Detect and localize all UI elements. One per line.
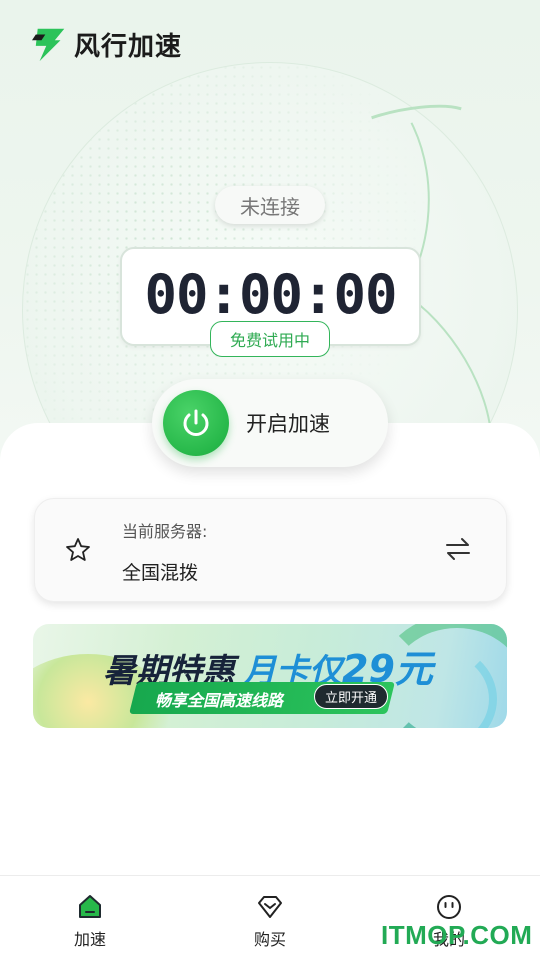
- accelerate-label: 开启加速: [246, 412, 330, 436]
- app-name: 风行加速: [74, 31, 183, 62]
- swap-arrows-icon[interactable]: [444, 535, 472, 563]
- power-icon: [163, 390, 229, 456]
- home-icon: [79, 895, 101, 918]
- promo-subtitle: 畅享全国高速线路: [155, 691, 284, 710]
- server-selector[interactable]: 当前服务器: 全国混拨: [34, 498, 507, 602]
- server-value: 全国混拨: [122, 562, 199, 584]
- lightning-logo-icon: [32, 28, 65, 62]
- promo-banner[interactable]: 暑期特惠 月卡仅29元 畅享全国高速线路 立即开通: [33, 624, 507, 728]
- profile-face-icon: [437, 895, 461, 919]
- tab-buy[interactable]: 购买: [230, 892, 310, 950]
- trial-badge: 免费试用中: [210, 321, 330, 357]
- star-icon: [66, 538, 90, 561]
- diamond-icon: [258, 896, 282, 918]
- app-brand: 风行加速: [32, 25, 182, 63]
- tab-accelerate[interactable]: 加速: [50, 892, 130, 950]
- connection-status: 未连接: [215, 186, 325, 224]
- server-title: 当前服务器:: [122, 522, 208, 541]
- timer-value: 00:00:00: [144, 263, 397, 326]
- site-watermark: ITMOP.COM: [381, 920, 533, 950]
- start-accelerate-button[interactable]: 开启加速: [152, 379, 388, 467]
- promo-cta-button[interactable]: 立即开通: [314, 684, 388, 709]
